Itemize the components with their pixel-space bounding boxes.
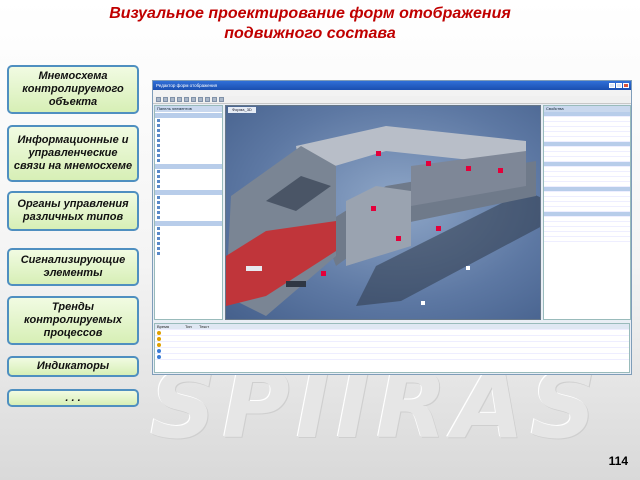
- warning-icon: [157, 336, 161, 341]
- element-icon: [157, 119, 160, 122]
- element-icon: [157, 242, 160, 245]
- message-log-panel: Время Тип Текст: [154, 323, 630, 373]
- marker[interactable]: [371, 206, 376, 211]
- element-icon: [157, 154, 160, 157]
- marker[interactable]: [426, 161, 431, 166]
- toolbar-button[interactable]: [156, 97, 161, 102]
- window-controls: [609, 83, 631, 88]
- marker[interactable]: [466, 166, 471, 171]
- marker[interactable]: [421, 301, 425, 305]
- element-icon: [157, 237, 160, 240]
- toolbar-button[interactable]: [212, 97, 217, 102]
- 3d-viewport[interactable]: Форма_3D: [225, 105, 541, 320]
- sidebar-item-more[interactable]: . . .: [7, 389, 139, 407]
- maximize-icon[interactable]: [616, 83, 622, 88]
- toolbox-panel: Панель элементов: [154, 105, 223, 320]
- log-column-text[interactable]: Текст: [199, 324, 629, 329]
- warning-icon: [157, 330, 161, 335]
- element-icon: [157, 149, 160, 152]
- info-icon: [157, 354, 161, 359]
- toolbox-item[interactable]: [155, 251, 222, 256]
- properties-panel: Свойства: [543, 105, 631, 320]
- element-icon: [157, 129, 160, 132]
- marker[interactable]: [498, 168, 503, 173]
- sidebar-item-mnemonic-diagram[interactable]: Мнемосхема контролируемого объекта: [7, 65, 139, 114]
- marker[interactable]: [376, 151, 381, 156]
- marker[interactable]: [466, 266, 470, 270]
- toolbox-item[interactable]: [155, 158, 222, 163]
- page-number: 114: [608, 454, 628, 468]
- element-icon: [157, 201, 160, 204]
- sidebar-item-indicators[interactable]: Индикаторы: [7, 356, 139, 377]
- log-column-time[interactable]: Время: [155, 324, 185, 329]
- slide-title-line-2: подвижного состава: [224, 25, 396, 42]
- element-icon: [157, 159, 160, 162]
- toolbox-item[interactable]: [155, 184, 222, 189]
- app-toolbar: [153, 96, 631, 104]
- minimize-icon[interactable]: [609, 83, 615, 88]
- editor-app-window: Редактор форм отображения Панель элемент…: [152, 80, 632, 375]
- element-icon: [157, 252, 160, 255]
- toolbar-button[interactable]: [191, 97, 196, 102]
- front-bumper: [286, 281, 306, 287]
- log-column-type[interactable]: Тип: [185, 324, 199, 329]
- toolbar-button[interactable]: [205, 97, 210, 102]
- slide-title: Визуальное проектирование форм отображен…: [60, 4, 560, 44]
- front-plate: [246, 266, 262, 271]
- marker[interactable]: [396, 236, 401, 241]
- element-icon: [157, 247, 160, 250]
- toolbox-header: Панель элементов: [155, 106, 222, 112]
- info-icon: [157, 348, 161, 353]
- element-icon: [157, 134, 160, 137]
- close-icon[interactable]: [623, 83, 629, 88]
- app-titlebar: Редактор форм отображения: [153, 81, 631, 90]
- warning-icon: [157, 342, 161, 347]
- element-icon: [157, 139, 160, 142]
- element-icon: [157, 232, 160, 235]
- marker[interactable]: [436, 226, 441, 231]
- toolbar-button[interactable]: [198, 97, 203, 102]
- element-icon: [157, 170, 160, 173]
- log-row[interactable]: [155, 354, 629, 360]
- element-icon: [157, 124, 160, 127]
- toolbox-item[interactable]: [155, 215, 222, 220]
- element-icon: [157, 211, 160, 214]
- element-icon: [157, 180, 160, 183]
- toolbar-button[interactable]: [184, 97, 189, 102]
- slide-title-line-1: Визуальное проектирование форм отображен…: [109, 5, 511, 22]
- sidebar-item-signal-elements[interactable]: Сигнализирующие элементы: [7, 248, 139, 286]
- sidebar-item-info-links[interactable]: Информационные и управленческие связи на…: [7, 125, 139, 182]
- element-icon: [157, 185, 160, 188]
- viewport-tab[interactable]: Форма_3D: [228, 107, 256, 113]
- element-icon: [157, 216, 160, 219]
- element-icon: [157, 144, 160, 147]
- element-icon: [157, 175, 160, 178]
- toolbar-button[interactable]: [170, 97, 175, 102]
- train-3d-model: [226, 126, 540, 316]
- sidebar-item-trends[interactable]: Тренды контролируемых процессов: [7, 296, 139, 345]
- element-icon: [157, 206, 160, 209]
- element-icon: [157, 227, 160, 230]
- property-row[interactable]: [544, 237, 630, 242]
- sidebar-item-controls[interactable]: Органы управления различных типов: [7, 191, 139, 231]
- toolbar-button[interactable]: [163, 97, 168, 102]
- app-window-title: Редактор форм отображения: [156, 83, 218, 88]
- element-icon: [157, 196, 160, 199]
- marker[interactable]: [321, 271, 326, 276]
- toolbar-button[interactable]: [219, 97, 224, 102]
- toolbar-button[interactable]: [177, 97, 182, 102]
